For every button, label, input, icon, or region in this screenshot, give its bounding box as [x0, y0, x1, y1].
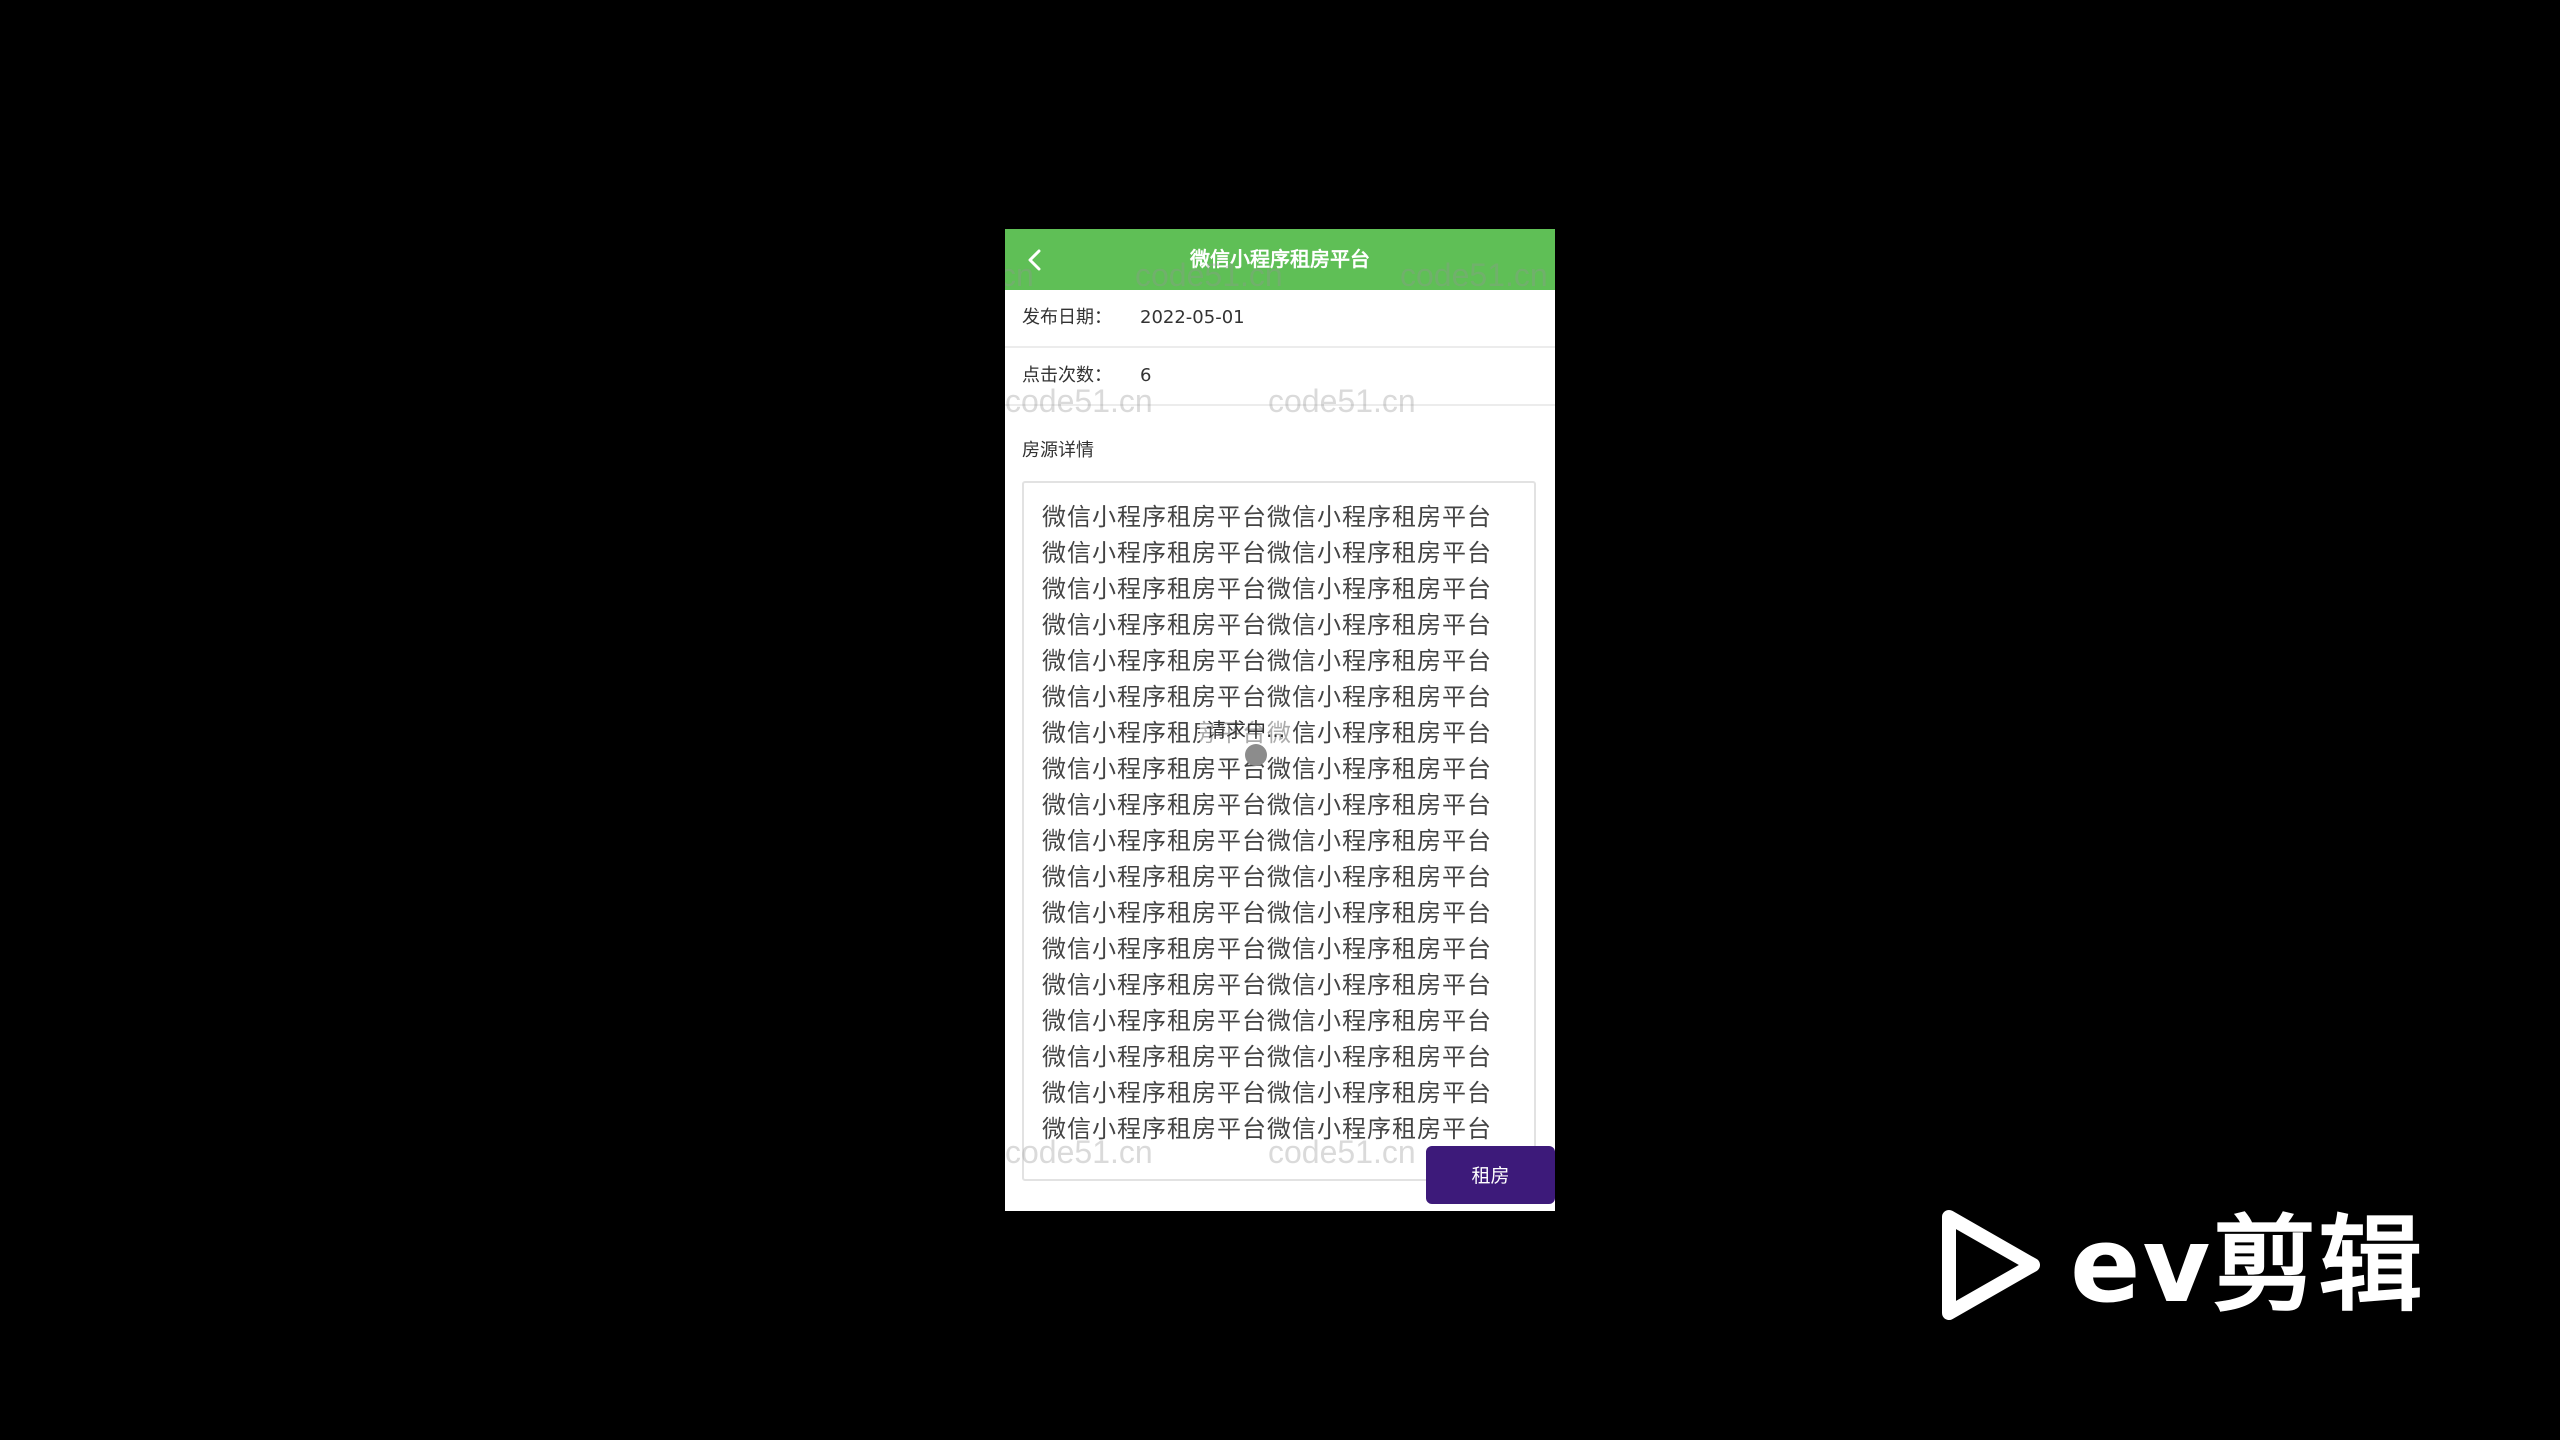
details-text: 微信小程序租房平台微信小程序租房平台 微信小程序租房平台微信小程序租房平台 微信小程…	[1042, 499, 1522, 1147]
click-count-label: 点击次数：	[1022, 365, 1112, 386]
details-line: 微信小程序租房平台微信小程序租房平台	[1042, 539, 1492, 567]
publish-date-row: 发布日期： 2022-05-01	[1005, 290, 1555, 348]
details-line: 微信小程序租房平台微信小程序租房平台	[1042, 935, 1492, 963]
click-count-row: 点击次数： 6	[1005, 348, 1555, 406]
details-line: 微信小程序租房平台微信小程序租房平台	[1042, 755, 1492, 783]
details-line: 微信小程序租房平台微信小程序租房平台	[1042, 1115, 1492, 1143]
details-line: 微信小程序租房平台微信小程序租房平台	[1042, 575, 1492, 603]
details-label: 房源详情	[1022, 440, 1094, 461]
ev-logo-text: ev剪辑	[2070, 1204, 2425, 1326]
details-line: 微信小程序租房平台微信小程序租房平台	[1042, 1079, 1492, 1107]
details-line: 微信小程序租房平台微信小程序租房平台	[1042, 863, 1492, 891]
loading-spinner-icon	[1245, 744, 1267, 766]
details-line: 微信小程序租房平台微信小程序租房平台	[1042, 647, 1492, 675]
loading-toast: 请求中...	[1200, 712, 1292, 745]
details-line: 微信小程序租房平台微信小程序租房平台	[1042, 1007, 1492, 1035]
publish-date-label: 发布日期：	[1022, 307, 1112, 328]
details-line: 微信小程序租房平台微信小程序租房平台	[1042, 1043, 1492, 1071]
details-line: 微信小程序租房平台微信小程序租房平台	[1042, 683, 1492, 711]
details-line: 微信小程序租房平台微信小程序租房平台	[1042, 827, 1492, 855]
details-line: 微信小程序租房平台微信小程序租房平台	[1042, 503, 1492, 531]
details-line: 微信小程序租房平台微信小程序租房平台	[1042, 899, 1492, 927]
details-line: 微信小程序租房平台微信小程序租房平台	[1042, 971, 1492, 999]
details-line: 微信小程序租房平台微信小程序租房平台	[1042, 791, 1492, 819]
rent-button[interactable]: 租房	[1426, 1146, 1555, 1204]
page-title: 微信小程序租房平台	[1190, 247, 1370, 271]
phone-screen: 微信小程序租房平台 发布日期： 2022-05-01 点击次数： 6 房源详情 …	[1005, 229, 1555, 1211]
ev-editor-logo: ev剪辑	[1935, 1205, 2445, 1325]
click-count-value: 6	[1140, 365, 1152, 386]
play-icon	[1942, 1210, 2040, 1320]
details-line: 微信小程序租房平台微信小程序租房平台	[1042, 611, 1492, 639]
publish-date-value: 2022-05-01	[1140, 307, 1245, 328]
details-content[interactable]: 微信小程序租房平台微信小程序租房平台 微信小程序租房平台微信小程序租房平台 微信小程…	[1022, 481, 1536, 1181]
navbar: 微信小程序租房平台	[1005, 229, 1555, 290]
